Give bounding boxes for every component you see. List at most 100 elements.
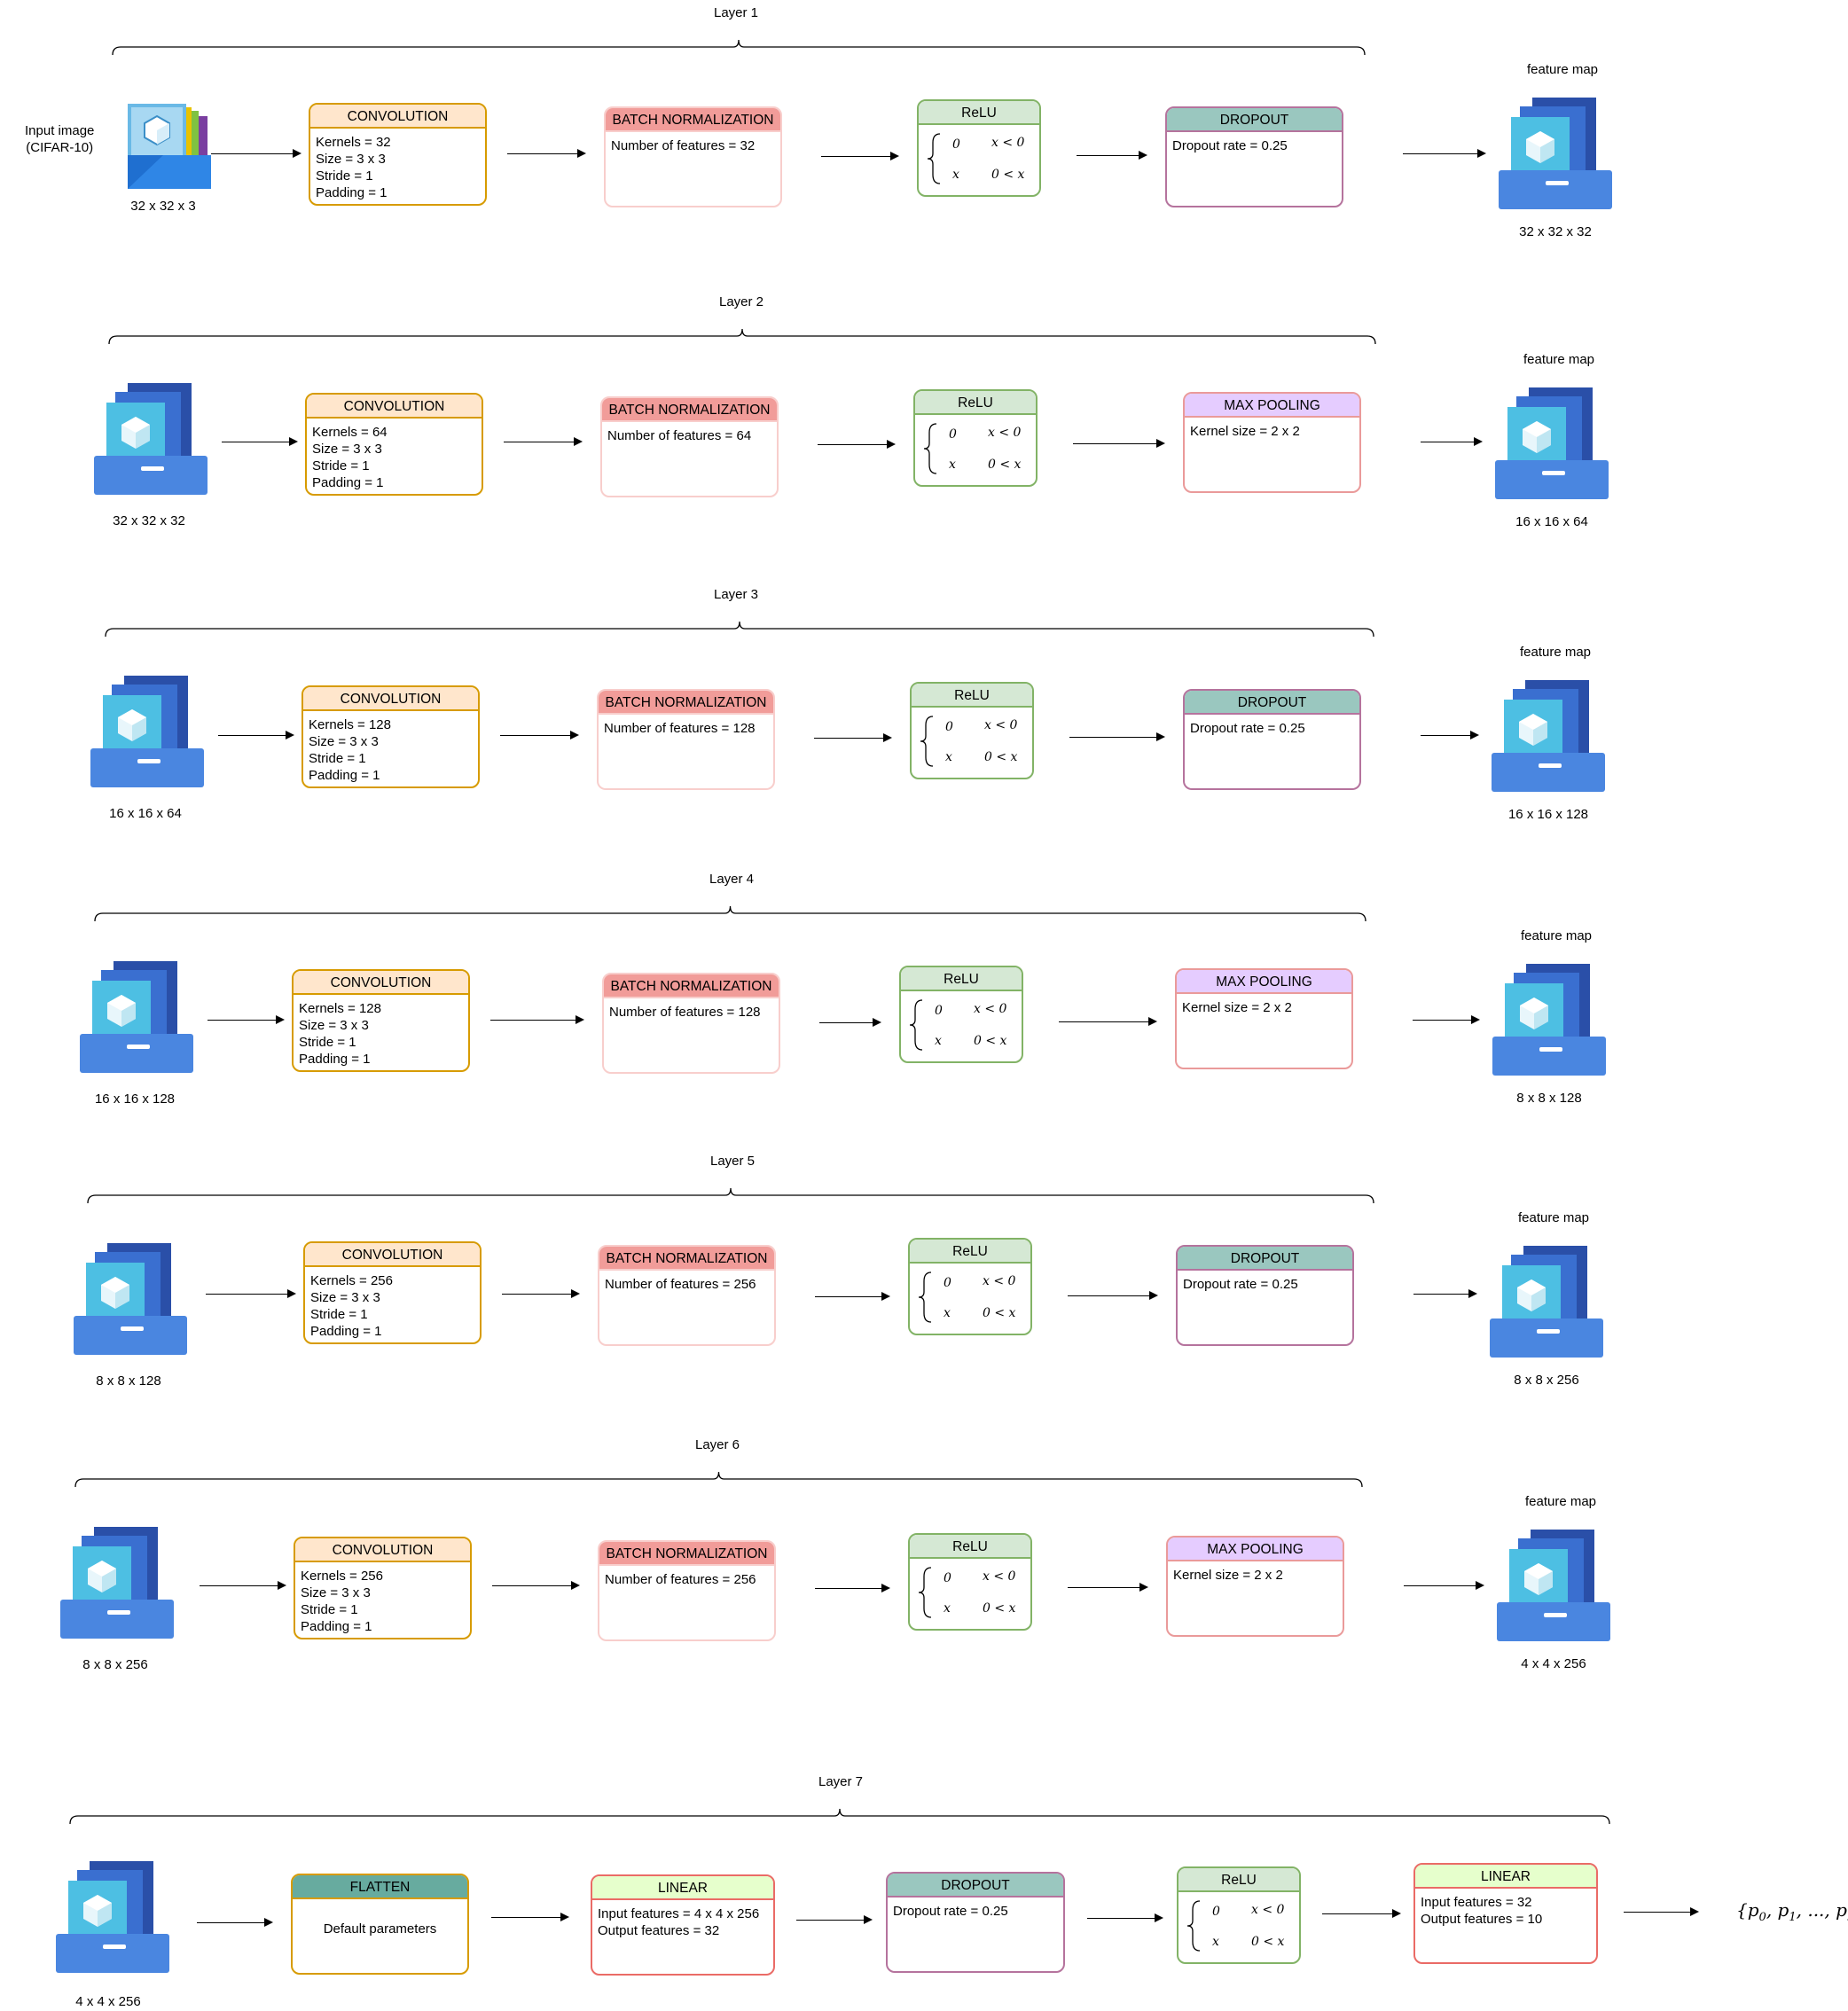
convolution-box-header: CONVOLUTION bbox=[295, 1538, 470, 1562]
convolution-line: Padding = 1 bbox=[316, 185, 388, 200]
relu-math-term: 0 bbox=[949, 427, 957, 442]
max-pooling-box: MAX POOLING Kernel size = 2 x 2 bbox=[1175, 968, 1353, 1069]
batch-norm-box: BATCH NORMALIZATION Number of features = … bbox=[604, 106, 782, 207]
relu-box-header: ReLU bbox=[919, 101, 1039, 125]
convolution-line: Size = 3 x 3 bbox=[299, 1018, 369, 1033]
batch-norm-box: BATCH NORMALIZATION Number of features = … bbox=[602, 973, 780, 1074]
flow-arrow bbox=[492, 1581, 580, 1590]
relu-math-term: 0 < x bbox=[991, 168, 1025, 182]
layer-title: Layer 1 bbox=[713, 5, 759, 20]
flow-arrow bbox=[200, 1581, 286, 1590]
layer-brace bbox=[112, 37, 1366, 57]
linear-line: Output features = 32 bbox=[598, 1923, 720, 1938]
relu-math-term: x bbox=[944, 1306, 951, 1320]
max-pooling-box: MAX POOLING Kernel size = 2 x 2 bbox=[1183, 392, 1361, 493]
flow-arrow bbox=[815, 1584, 890, 1592]
flatten-body: Default parameters bbox=[293, 1899, 467, 1943]
relu-math-term: 0 bbox=[935, 1004, 943, 1018]
feature-map-label: feature map bbox=[1524, 1494, 1597, 1509]
relu-math-term: x < 0 bbox=[984, 718, 1018, 732]
relu-box: ReLU 0 x < 0 x 0 < x bbox=[899, 966, 1023, 1063]
convolution-box: CONVOLUTION Kernels = 128 Size = 3 x 3 Stri… bbox=[301, 685, 480, 788]
convolution-line: Size = 3 x 3 bbox=[309, 734, 379, 749]
relu-math-term: 0 bbox=[944, 1276, 951, 1290]
relu-math-term: 0 < x bbox=[974, 1034, 1007, 1048]
batch-norm-body: Number of features = 32 bbox=[606, 132, 780, 160]
flow-arrow bbox=[1322, 1909, 1401, 1918]
convolution-box: CONVOLUTION Kernels = 64 Size = 3 x 3 Strid… bbox=[305, 393, 483, 496]
dropout-body: Dropout rate = 0.25 bbox=[1167, 132, 1342, 160]
flatten-box: FLATTEN Default parameters bbox=[291, 1874, 469, 1975]
output-dim: 32 x 32 x 32 bbox=[1519, 224, 1592, 239]
dropout-box: DROPOUT Dropout rate = 0.25 bbox=[1183, 689, 1361, 790]
flow-arrow bbox=[211, 149, 301, 158]
batch-norm-body: Number of features = 64 bbox=[602, 422, 777, 450]
layer-brace bbox=[69, 1806, 1610, 1826]
relu-box: ReLU 0 x < 0 x 0 < x bbox=[913, 389, 1038, 487]
relu-math-term: x < 0 bbox=[974, 1002, 1007, 1016]
linear-body: Input features = 4 x 4 x 256 Output featu… bbox=[592, 1900, 773, 1944]
flow-arrow bbox=[1087, 1913, 1163, 1922]
convolution-line: Kernels = 256 bbox=[310, 1273, 393, 1288]
linear-body: Input features = 32 Output features = 10 bbox=[1415, 1889, 1596, 1933]
batch-norm-body: Number of features = 128 bbox=[604, 998, 779, 1026]
linear-box-header: LINEAR bbox=[1415, 1865, 1596, 1889]
relu-math-term: x bbox=[935, 1034, 942, 1048]
relu-formula: 0 x < 0 x 0 < x bbox=[915, 415, 1036, 485]
feature-map-label: feature map bbox=[1523, 352, 1595, 367]
output-feature-map-icon bbox=[1490, 1244, 1605, 1359]
max-pooling-text: Kernel size = 2 x 2 bbox=[1190, 424, 1300, 439]
relu-box-header: ReLU bbox=[912, 684, 1032, 708]
relu-box: ReLU 0 x < 0 x 0 < x bbox=[917, 99, 1041, 197]
relu-math-term: x < 0 bbox=[1251, 1903, 1285, 1917]
input-label-line: (CIFAR-10) bbox=[26, 140, 94, 155]
output-dim: 16 x 16 x 64 bbox=[1515, 514, 1588, 529]
batch-norm-text: Number of features = 32 bbox=[611, 138, 756, 153]
flow-arrow bbox=[490, 1015, 584, 1024]
convolution-line: Size = 3 x 3 bbox=[316, 152, 386, 167]
batch-norm-box-header: BATCH NORMALIZATION bbox=[599, 1247, 774, 1271]
relu-math-term: x < 0 bbox=[983, 1569, 1016, 1584]
convolution-line: Padding = 1 bbox=[309, 768, 380, 783]
convolution-line: Size = 3 x 3 bbox=[301, 1585, 371, 1600]
flow-arrow bbox=[491, 1913, 569, 1921]
relu-box: ReLU 0 x < 0 x 0 < x bbox=[910, 682, 1034, 779]
dropout-box: DROPOUT Dropout rate = 0.25 bbox=[886, 1872, 1065, 1973]
convolution-line: Padding = 1 bbox=[299, 1052, 371, 1067]
linear-line: Input features = 32 bbox=[1421, 1895, 1532, 1910]
layer-title: Layer 7 bbox=[818, 1774, 864, 1789]
layer-title: Layer 6 bbox=[694, 1437, 740, 1452]
relu-box-header: ReLU bbox=[1178, 1868, 1299, 1892]
relu-math-term: x < 0 bbox=[991, 136, 1025, 150]
batch-norm-text: Number of features = 64 bbox=[607, 428, 752, 443]
max-pooling-body: Kernel size = 2 x 2 bbox=[1185, 418, 1359, 445]
batch-norm-text: Number of features = 256 bbox=[605, 1277, 756, 1292]
convolution-line: Kernels = 32 bbox=[316, 135, 391, 150]
dropout-box-header: DROPOUT bbox=[1185, 691, 1359, 715]
dropout-box-header: DROPOUT bbox=[1167, 108, 1342, 132]
convolution-box: CONVOLUTION Kernels = 32 Size = 3 x 3 Strid… bbox=[309, 103, 487, 206]
max-pooling-text: Kernel size = 2 x 2 bbox=[1182, 1000, 1292, 1015]
convolution-body: Kernels = 256 Size = 3 x 3 Stride = 1 Paddi… bbox=[295, 1562, 470, 1638]
flow-arrow bbox=[502, 1289, 580, 1298]
input-label-line: Input image bbox=[25, 123, 95, 138]
batch-norm-body: Number of features = 256 bbox=[599, 1271, 774, 1298]
layer-title: Layer 5 bbox=[709, 1154, 756, 1169]
flow-arrow bbox=[218, 731, 294, 739]
batch-norm-text: Number of features = 128 bbox=[609, 1005, 761, 1020]
convolution-line: Size = 3 x 3 bbox=[310, 1290, 380, 1305]
batch-norm-box: BATCH NORMALIZATION Number of features = … bbox=[598, 1540, 776, 1641]
relu-math-term: x bbox=[952, 168, 959, 182]
convolution-line: Kernels = 256 bbox=[301, 1569, 383, 1584]
batch-norm-box: BATCH NORMALIZATION Number of features = … bbox=[597, 689, 775, 790]
relu-math-term: 0 < x bbox=[984, 750, 1018, 764]
flow-arrow bbox=[208, 1015, 285, 1024]
relu-box: ReLU 0 x < 0 x 0 < x bbox=[1177, 1866, 1301, 1964]
flow-arrow bbox=[1077, 151, 1147, 160]
convolution-line: Kernels = 128 bbox=[299, 1001, 381, 1016]
linear-box: LINEAR Input features = 4 x 4 x 256 Output… bbox=[591, 1874, 775, 1976]
flow-arrow bbox=[818, 440, 896, 449]
batch-norm-text: Number of features = 128 bbox=[604, 721, 756, 736]
relu-math-term: x < 0 bbox=[983, 1274, 1016, 1288]
batch-norm-box-header: BATCH NORMALIZATION bbox=[599, 691, 773, 715]
